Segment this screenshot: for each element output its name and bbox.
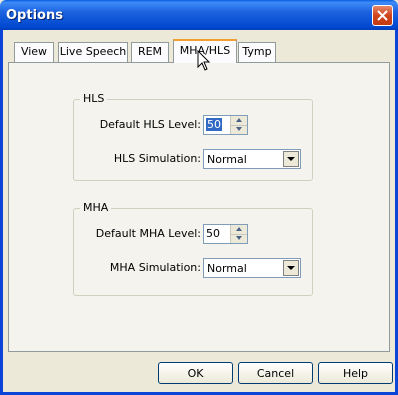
- spin-down-icon: [236, 127, 242, 131]
- tab-view[interactable]: View: [14, 42, 54, 62]
- hls-simulation-select[interactable]: Normal: [203, 149, 301, 169]
- title-bar[interactable]: Options: [0, 0, 398, 30]
- mha-level-value[interactable]: 50: [206, 227, 220, 240]
- cancel-button[interactable]: Cancel: [238, 362, 313, 384]
- hls-level-label: Default HLS Level:: [99, 118, 201, 131]
- hls-level-value[interactable]: 50: [206, 118, 222, 131]
- spinner-buttons: [230, 116, 247, 134]
- hls-group: HLS Default HLS Level: 50 HLS Simulation…: [73, 92, 313, 181]
- hls-simulation-value: Normal: [207, 153, 247, 166]
- mha-simulation-label: MHA Simulation:: [109, 261, 201, 274]
- close-icon: [377, 10, 388, 21]
- window-frame-left: [0, 30, 3, 395]
- spinner-buttons: [230, 225, 247, 243]
- hls-level-spinner[interactable]: 50: [203, 115, 248, 135]
- ok-button[interactable]: OK: [158, 362, 233, 384]
- mha-simulation-select[interactable]: Normal: [203, 258, 301, 278]
- window-title: Options: [6, 8, 63, 23]
- mha-level-label: Default MHA Level:: [95, 227, 201, 240]
- tab-live-speech[interactable]: Live Speech: [58, 42, 128, 62]
- options-dialog: Options View Live Speech REM MHA/HLS Tym…: [0, 0, 398, 395]
- hls-level-down-button[interactable]: [231, 125, 247, 134]
- tab-tymp[interactable]: Tymp: [238, 42, 276, 62]
- mha-group-legend: MHA: [80, 201, 112, 214]
- mouse-cursor-icon: [197, 50, 211, 71]
- help-button[interactable]: Help: [318, 362, 393, 384]
- tab-rem[interactable]: REM: [131, 42, 169, 62]
- dropdown-arrow-icon: [287, 157, 295, 161]
- mha-simulation-dropdown-button[interactable]: [283, 260, 299, 276]
- mha-level-spinner[interactable]: 50: [203, 224, 248, 244]
- hls-simulation-dropdown-button[interactable]: [283, 151, 299, 167]
- tab-panel-mha-hls: HLS Default HLS Level: 50 HLS Simulation…: [8, 62, 390, 352]
- hls-group-legend: HLS: [80, 92, 108, 105]
- spin-up-icon: [236, 227, 242, 231]
- mha-level-down-button[interactable]: [231, 234, 247, 243]
- spin-up-icon: [236, 118, 242, 122]
- spin-down-icon: [236, 236, 242, 240]
- dropdown-arrow-icon: [287, 266, 295, 270]
- mha-group: MHA Default MHA Level: 50 MHA Simulation…: [73, 201, 313, 296]
- mha-simulation-value: Normal: [207, 262, 247, 275]
- close-button[interactable]: [372, 5, 393, 26]
- hls-simulation-label: HLS Simulation:: [113, 152, 201, 165]
